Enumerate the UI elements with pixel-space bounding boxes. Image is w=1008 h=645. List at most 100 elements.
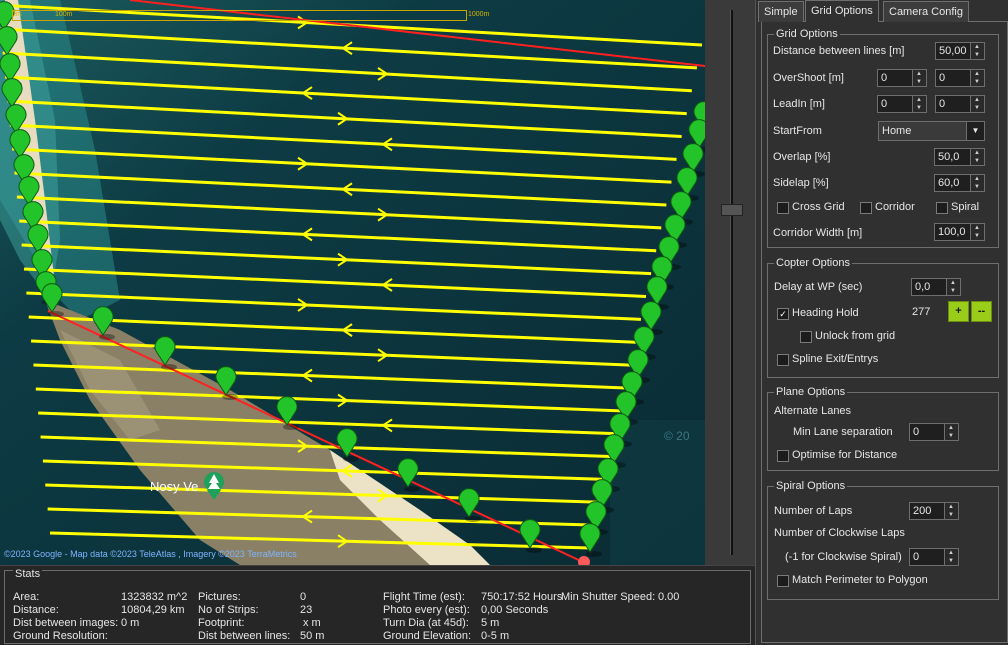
stat-photo-every-value: 0,00 Seconds (481, 604, 549, 616)
min-lane-input[interactable]: 0 ▲ ▼ (909, 423, 959, 441)
stat-flight-time-value: 750:17:52 Hours (481, 591, 563, 603)
zoom-slider-track[interactable] (730, 10, 733, 555)
stat-line-dist-label: Dist between lines: (198, 630, 291, 642)
stat-flight-time-label: Flight Time (est): (383, 591, 465, 603)
plane-options-group: Plane Options Alternate Lanes Min Lane s… (767, 386, 999, 471)
clockwise-laps-input[interactable]: 0 ▲ ▼ (909, 548, 959, 566)
grid-options-group: Grid Options Distance between lines [m] … (767, 28, 999, 248)
chevron-down-icon[interactable]: ▼ (966, 122, 984, 140)
stat-turn-dia-label: Turn Dia (at 45d): (383, 617, 469, 629)
pin-shadow (586, 551, 602, 557)
stat-shutter-label: Min Shutter Speed: (561, 591, 656, 603)
min-lane-label: Min Lane separation (793, 426, 893, 438)
scale-bar (12, 10, 467, 21)
stat-ground-res-label: Ground Resolution: (13, 630, 108, 642)
clockwise-laps-label: Number of Clockwise Laps (774, 527, 905, 539)
map-canvas[interactable]: Nosy Ve © 20 (0, 0, 705, 565)
scale-mid-label: 100m (55, 11, 73, 18)
startfrom-select[interactable]: Home ▼ (878, 121, 985, 141)
heading-value-input[interactable]: 277 (909, 304, 943, 322)
stat-pictures-value: 0 (300, 591, 307, 603)
survey-grid-window: Nosy Ve © 20 0m 100m 1000m ©2023 Google … (0, 0, 1008, 645)
map-credit: ©2023 Google - Map data ©2023 TeleAtlas … (4, 549, 297, 559)
sidelap-input[interactable]: 60,0 ▲ ▼ (934, 174, 985, 192)
stat-line-dist-value: 50 m (300, 630, 325, 642)
stat-photo-every-label: Photo every (est): (383, 604, 470, 616)
number-of-laps-input[interactable]: 200 ▲ ▼ (909, 502, 959, 520)
map-view[interactable]: Nosy Ve © 20 0m 100m 1000m ©2023 Google … (0, 0, 705, 565)
leadin-input-2[interactable]: 0 ▲ ▼ (935, 95, 985, 113)
stat-dist-images-value: 0 m (121, 617, 140, 629)
tab-simple[interactable]: Simple (758, 1, 804, 22)
cross-grid-checkbox[interactable] (777, 202, 789, 214)
imagery-watermark: © 20 (664, 429, 690, 443)
corridor-width-input[interactable]: 100,0 ▲ ▼ (934, 223, 985, 241)
overshoot-label: OverShoot [m] (773, 72, 844, 84)
spiral-checkbox[interactable] (936, 202, 948, 214)
place-label: Nosy Ve (150, 479, 198, 494)
pin-shadow (283, 424, 299, 430)
heading-plus-button[interactable]: + (948, 301, 969, 322)
options-panel: Simple Grid Options Camera Config Grid O… (755, 0, 1008, 645)
stat-footprint-value: x m (303, 617, 321, 629)
grid-options-title: Grid Options (774, 28, 840, 40)
tab-camera-config[interactable]: Camera Config (883, 1, 969, 22)
pin-shadow (465, 516, 481, 522)
stat-ground-elev-label: Ground Elevation: (383, 630, 472, 642)
spiral-options-group: Spiral Options Number of Laps 200 ▲ ▼ Numb… (767, 480, 999, 600)
copter-options-title: Copter Options (774, 257, 852, 269)
distance-between-lines-input[interactable]: 50,00 ▲ ▼ (935, 42, 985, 60)
overshoot-input-1[interactable]: 0 ▲ ▼ (877, 69, 927, 87)
cross-grid-label: Cross Grid (792, 201, 845, 213)
tab-grid-options[interactable]: Grid Options (805, 0, 879, 22)
stat-distance-value: 10804,29 km (121, 604, 185, 616)
stat-dist-images-label: Dist between images: (13, 617, 119, 629)
distance-between-lines-label: Distance between lines [m] (773, 45, 905, 57)
scale-start-label: 0m (12, 11, 22, 18)
spiral-label: Spiral (951, 201, 980, 213)
tab-bar: Simple Grid Options Camera Config (756, 0, 1008, 22)
stats-title: Stats (13, 568, 43, 580)
stat-strips-value: 23 (300, 604, 313, 616)
optimise-distance-checkbox[interactable] (777, 450, 789, 462)
clockwise-hint-label: (-1 for Clockwise Spiral) (785, 551, 902, 563)
heading-minus-button[interactable]: -- (971, 301, 992, 322)
spline-checkbox[interactable] (777, 354, 789, 366)
overlap-label: Overlap [%] (773, 151, 831, 163)
corridor-label: Corridor (875, 201, 915, 213)
overshoot-input-2[interactable]: 0 ▲ ▼ (935, 69, 985, 87)
number-of-laps-label: Number of Laps (774, 505, 853, 517)
pin-shadow (99, 334, 115, 340)
stat-area-value: 1323832 m^2 (121, 591, 188, 603)
overlap-input[interactable]: 50,0 ▲ ▼ (934, 148, 985, 166)
optimise-distance-label: Optimise for Distance (792, 449, 898, 461)
pin-shadow (404, 486, 420, 492)
scale-end-label: 1000m (468, 11, 490, 18)
zoom-slider-thumb[interactable] (721, 204, 743, 216)
spiral-options-title: Spiral Options (774, 480, 848, 492)
leadin-input-1[interactable]: 0 ▲ ▼ (877, 95, 927, 113)
unlock-grid-checkbox[interactable] (800, 331, 812, 343)
pin-shadow (526, 547, 542, 553)
corridor-checkbox[interactable] (860, 202, 872, 214)
startfrom-label: StartFrom (773, 125, 822, 137)
heading-hold-checkbox[interactable]: ✓ (777, 308, 789, 320)
corridor-width-label: Corridor Width [m] (773, 227, 863, 239)
pin-shadow (48, 311, 64, 317)
stat-turn-dia-value: 5 m (481, 617, 500, 629)
stats-panel: Stats Area: 1323832 m^2 Distance: 10804,… (0, 565, 755, 645)
zoom-slider[interactable] (705, 0, 755, 565)
match-perimeter-label: Match Perimeter to Polygon (792, 574, 928, 586)
copter-options-group: Copter Options Delay at WP (sec) 0,0 ▲ ▼ ✓… (767, 257, 999, 378)
delay-wp-input[interactable]: 0,0 ▲ ▼ (911, 278, 961, 296)
stat-pictures-label: Pictures: (198, 591, 241, 603)
plane-options-title: Plane Options (774, 386, 848, 398)
stat-shutter-value: 0.00 (658, 591, 680, 603)
alternate-lanes-label: Alternate Lanes (774, 405, 852, 417)
stat-area-label: Area: (13, 591, 40, 603)
pin-shadow (161, 364, 177, 370)
heading-hold-label: Heading Hold (792, 307, 859, 319)
pin-shadow (222, 394, 238, 400)
match-perimeter-checkbox[interactable] (777, 575, 789, 587)
stats-group: Stats Area: 1323832 m^2 Distance: 10804,… (4, 568, 751, 644)
